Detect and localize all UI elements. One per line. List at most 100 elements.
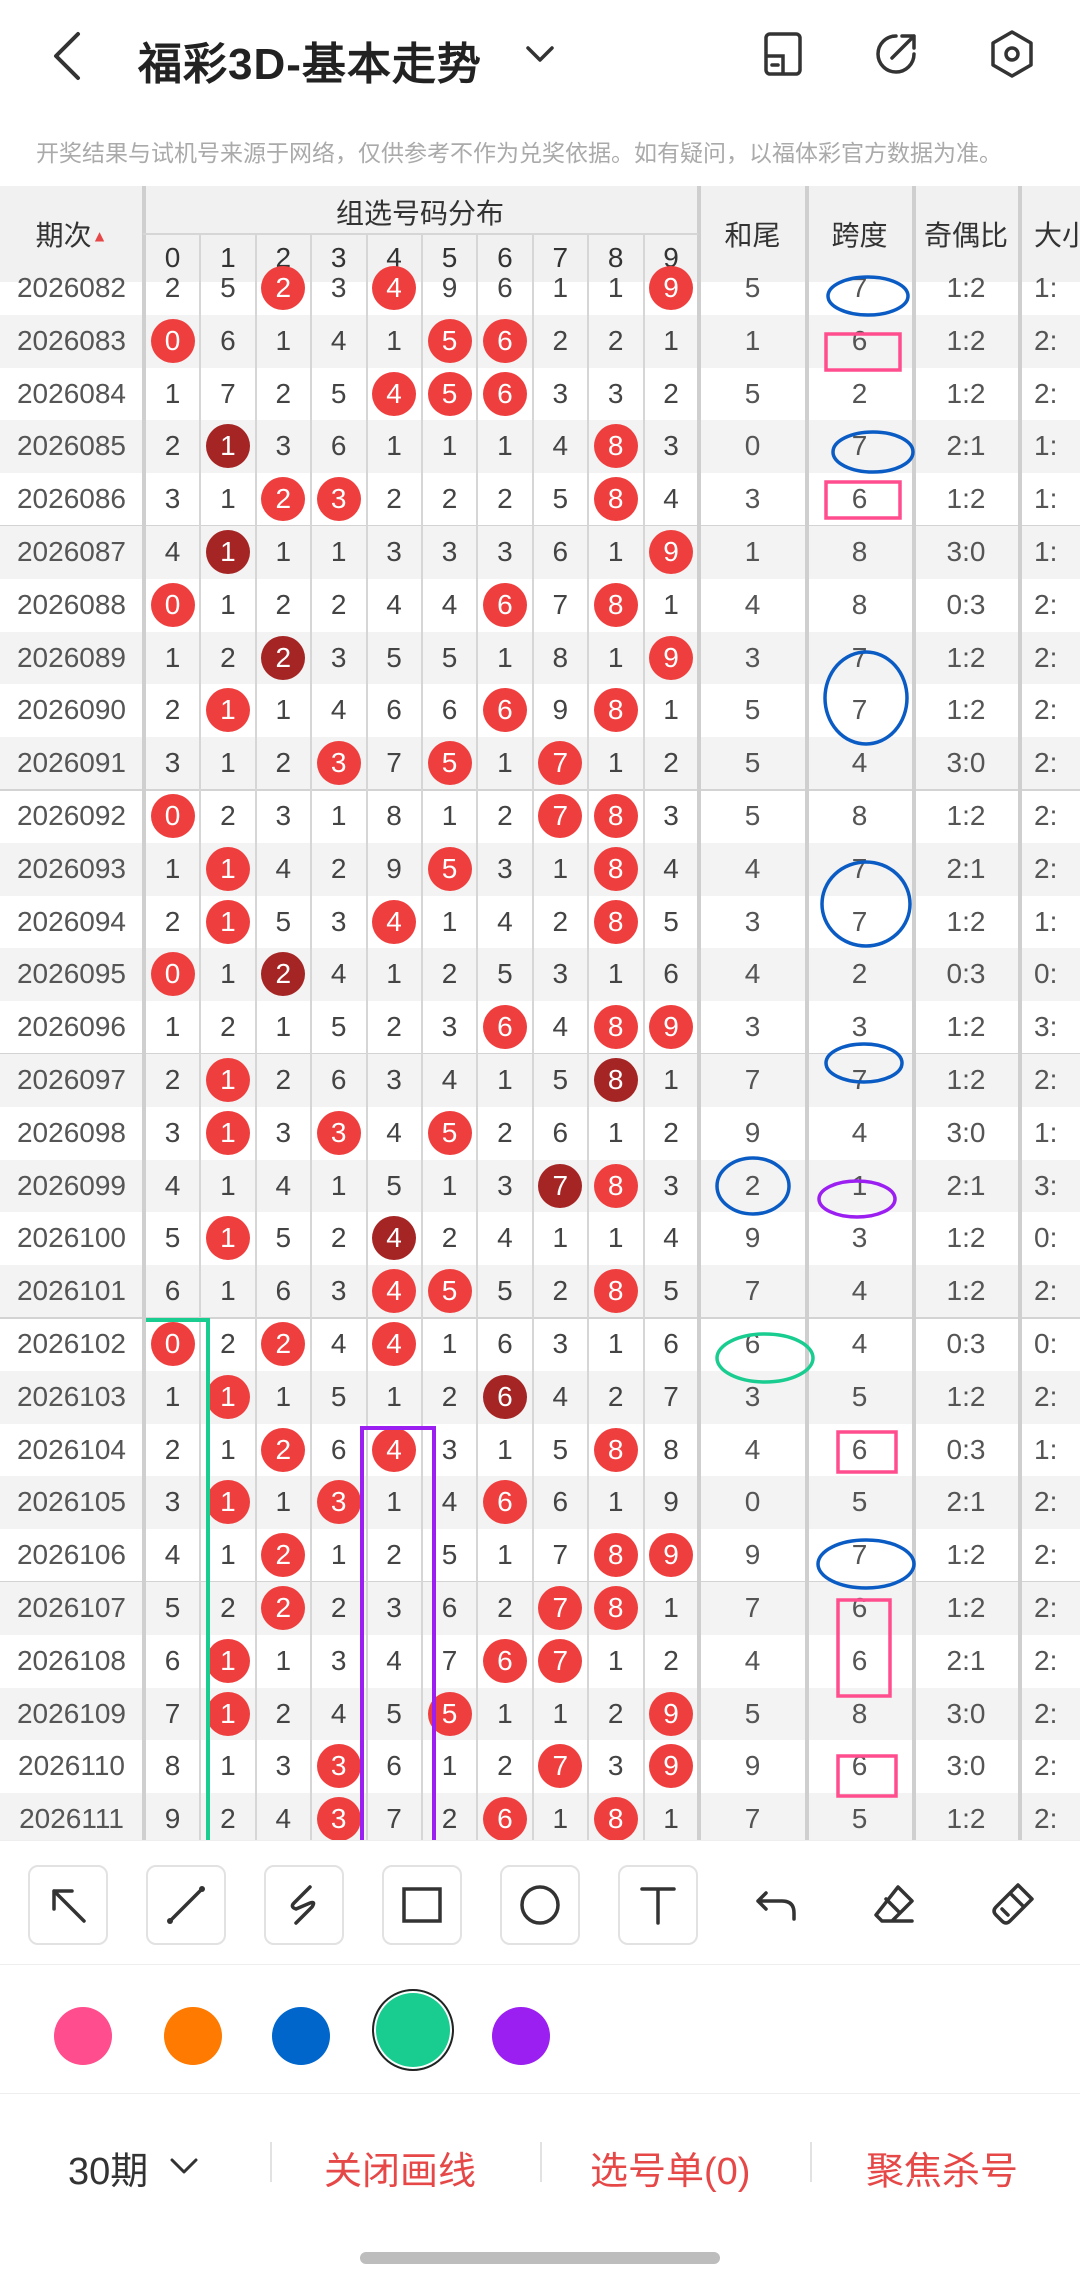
color-orange[interactable] [164, 2007, 222, 2065]
chevron-down-icon[interactable] [166, 2148, 202, 2184]
table-row[interactable]: 2026093 1 1 4 2 9 5 3 1 8 4 4 7 2:1 2: [0, 842, 1080, 896]
close-drawing-button[interactable]: 关闭画线 [324, 2140, 476, 2195]
clear-tool[interactable] [972, 1865, 1052, 1945]
settings-icon[interactable] [984, 26, 1040, 82]
table-row[interactable]: 2026102 0 2 2 4 4 1 6 3 1 6 6 4 0:3 0: [0, 1318, 1080, 1371]
table-row[interactable]: 2026108 6 1 1 3 4 7 6 7 1 2 4 6 2:1 2: [0, 1635, 1080, 1688]
text-tool[interactable] [618, 1865, 698, 1945]
span-value: 3 [851, 1222, 868, 1254]
table-row[interactable]: 2026098 3 1 3 3 4 5 2 6 1 2 9 4 3:0 1: [0, 1107, 1080, 1160]
drawn-digit-ball: 8 [588, 896, 643, 949]
digit-value: 7 [663, 1380, 679, 1412]
arrow-tool[interactable] [28, 1865, 108, 1945]
circle-icon [520, 1885, 560, 1925]
span-value: 8 [851, 1697, 868, 1729]
omission-count: 3 [533, 948, 588, 1001]
digit-value: 1 [386, 1486, 402, 1518]
table-row[interactable]: 2026089 1 2 2 3 5 5 1 8 1 9 3 7 1:2 2: [0, 631, 1080, 685]
divider [540, 2142, 542, 2182]
table-row[interactable]: 2026106 4 1 2 1 2 5 1 7 8 9 9 7 1:2 2: [0, 1529, 1080, 1582]
table-row[interactable]: 2026090 2 1 1 4 6 6 6 9 8 1 5 7 1:2 2: [0, 684, 1080, 737]
big-small-ratio: 2: [1034, 800, 1058, 831]
table-row[interactable]: 2026086 3 1 2 3 2 2 2 5 8 4 3 6 1:2 1: [0, 473, 1080, 526]
app-header: 福彩3D-基本走势 [0, 0, 1080, 110]
table-row[interactable]: 2026099 4 1 4 1 5 1 3 7 8 3 2 1 2:1 3: [0, 1159, 1080, 1213]
table-row[interactable]: 2026103 1 1 1 5 1 2 6 4 2 7 3 5 1:2 2: [0, 1370, 1080, 1424]
pick-list-button[interactable]: 选号单(0) [590, 2140, 750, 2195]
table-row[interactable]: 2026084 1 7 2 5 4 5 6 3 3 2 5 2 1:2 2: [0, 368, 1080, 421]
chevron-down-icon[interactable] [520, 34, 560, 74]
line-tool[interactable] [146, 1865, 226, 1945]
bottom-bar: 30期 关闭画线 选号单(0) 聚焦杀号 [0, 2094, 1080, 2234]
odd-even-ratio: 0:3 [946, 1433, 986, 1465]
period-selector[interactable]: 30期 [68, 2140, 148, 2195]
rectangle-tool[interactable] [382, 1865, 462, 1945]
digit-value: 1 [386, 430, 402, 462]
issue-number: 2026109 [16, 1697, 126, 1729]
drawn-digit-ball: 3 [311, 1740, 366, 1793]
digit-value: 9 [649, 530, 694, 574]
table-row[interactable]: 2026097 2 1 2 6 3 4 1 5 8 1 7 7 1:2 2: [0, 1054, 1080, 1107]
omission-count: 3 [422, 1424, 477, 1477]
circle-tool[interactable] [500, 1865, 580, 1945]
odd-even-ratio: 3:0 [946, 1116, 986, 1148]
color-pink[interactable] [54, 2007, 112, 2065]
table-row[interactable]: 2026104 2 1 2 6 4 3 1 5 8 8 4 6 0:3 1: [0, 1424, 1080, 1477]
table-row[interactable]: 2026094 2 1 5 3 4 1 4 2 8 5 3 7 1:2 1: [0, 896, 1080, 949]
digit-value: 5 [386, 641, 402, 673]
issue-number: 2026093 [16, 852, 126, 884]
omission-count: 1 [200, 473, 255, 526]
digit-value: 2 [275, 747, 292, 779]
table-row[interactable]: 2026088 0 1 2 2 4 4 6 7 8 1 4 8 0:3 2: [0, 579, 1080, 632]
digit-value: 1 [441, 905, 458, 937]
omission-count: 2 [311, 579, 366, 632]
sort-icon[interactable]: ▲ [92, 229, 108, 246]
table-row[interactable]: 2026110 8 1 3 3 6 1 2 7 3 9 9 6 3:0 2: [0, 1740, 1080, 1793]
table-row[interactable]: 2026083 0 6 1 4 1 5 6 2 2 1 1 6 1:2 2: [0, 314, 1080, 368]
color-blue[interactable] [272, 2007, 330, 2065]
header-issue[interactable]: 期次▲ [0, 214, 143, 254]
eraser-tool[interactable] [854, 1865, 934, 1945]
table-row[interactable]: 2026109 7 1 2 4 5 5 1 1 2 9 5 8 3:0 2: [0, 1687, 1080, 1741]
digit-value: 1 [607, 1486, 624, 1518]
freehand-tool[interactable] [264, 1865, 344, 1945]
omission-count: 1 [200, 579, 255, 632]
omission-count: 5 [145, 1582, 200, 1635]
table-row[interactable]: 2026096 1 2 1 5 2 3 6 4 8 9 3 3 1:2 3: [0, 1001, 1080, 1054]
page-title[interactable]: 福彩3D-基本走势 [138, 28, 482, 92]
undo-tool[interactable] [736, 1865, 816, 1945]
digit-value: 8 [552, 641, 569, 673]
table-row[interactable]: 2026087 4 1 1 1 3 3 3 6 1 9 1 8 3:0 1: [0, 526, 1080, 579]
trend-table[interactable]: 期次▲ 组选号码分布 和尾 跨度 奇偶比 大小 0123456789 20260… [0, 186, 1080, 1840]
table-row[interactable]: 2026100 5 1 5 2 4 2 4 1 1 4 9 3 1:2 0: [0, 1212, 1080, 1265]
focus-kill-button[interactable]: 聚焦杀号 [866, 2140, 1018, 2195]
omission-count: 1 [588, 526, 643, 579]
omission-count: 1 [422, 420, 477, 473]
omission-count: 2 [422, 1371, 477, 1424]
omission-count: 6 [477, 1318, 532, 1371]
table-row[interactable]: 2026107 5 2 2 2 3 6 2 7 8 1 7 6 1:2 2: [0, 1582, 1080, 1635]
omission-count: 5 [533, 1054, 588, 1107]
back-icon[interactable] [38, 26, 98, 86]
table-row[interactable]: 2026105 3 1 1 3 1 4 6 6 1 9 0 5 2:1 2: [0, 1476, 1080, 1530]
issue-number: 2026096 [16, 1011, 126, 1043]
table-row[interactable]: 2026092 0 2 3 1 8 1 2 7 8 3 5 8 1:2 2: [0, 790, 1080, 843]
divider [270, 2142, 272, 2182]
digit-value: 6 [552, 1116, 569, 1148]
table-row[interactable]: 2026091 3 1 2 3 7 5 1 7 1 2 5 4 3:0 2: [0, 737, 1080, 790]
layout-icon[interactable] [756, 26, 812, 82]
table-row[interactable]: 2026085 2 1 3 6 1 1 1 4 8 3 0 7 2:1 1: [0, 420, 1080, 474]
table-row[interactable]: 2026101 6 1 6 3 4 5 5 2 8 5 7 4 1:2 2: [0, 1265, 1080, 1318]
digit-value: 2 [497, 483, 513, 515]
digit-value: 4 [372, 266, 417, 310]
drawn-digit-ball: 8 [588, 1160, 643, 1213]
share-icon[interactable] [868, 26, 924, 82]
color-green-selected[interactable] [372, 1989, 454, 2071]
table-row[interactable]: 2026111 9 2 4 3 7 2 6 1 8 1 7 5 1:2 2: [0, 1793, 1080, 1840]
header-big-small: 大小 [1034, 220, 1080, 251]
table-row[interactable]: 2026095 0 1 2 4 1 2 5 3 1 6 4 2 0:3 0: [0, 948, 1080, 1002]
omission-count: 2 [422, 473, 477, 526]
color-purple[interactable] [492, 2007, 550, 2065]
omission-count: 2 [200, 1582, 255, 1635]
table-row[interactable]: 2026082 2 5 2 3 4 9 6 1 1 9 5 7 1:2 1: [0, 262, 1080, 315]
